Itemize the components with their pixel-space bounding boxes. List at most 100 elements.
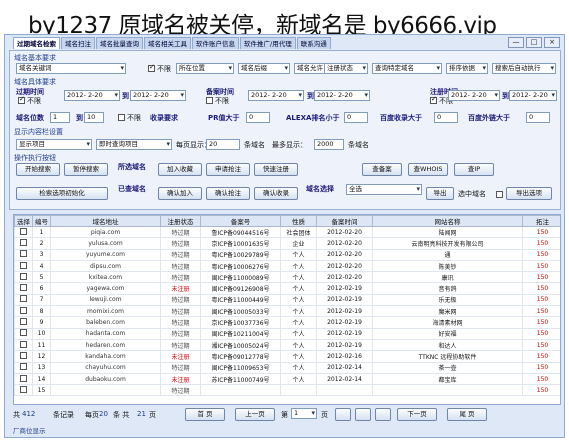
tab-batch-query[interactable]: 域名批量查询 [96, 37, 143, 49]
table-row[interactable]: 10 hadanta.com 特过期 闽ICP备10211004号 个人 2012-02-… [14, 327, 560, 340]
row-checkbox[interactable] [14, 327, 33, 340]
confirm-reg-button[interactable]: 确认抢注 [206, 187, 250, 200]
table-row[interactable]: 2 yulusa.com 特过期 京ICP备10001635号 企业 2012-02-20… [14, 237, 560, 250]
length-unlimited-checkbox[interactable] [118, 114, 125, 121]
start-search-button[interactable]: 开始搜索 [16, 163, 60, 176]
column-header[interactable]: 网站名称 [372, 215, 523, 227]
reg-from-date[interactable]: 2012- 2-20 [448, 90, 500, 101]
table-row[interactable]: 5 kxitea.com 特过期 闽ICP备11000089号 个人 2012-02-20… [14, 271, 560, 284]
row-checkbox[interactable] [14, 271, 33, 284]
row-checkbox[interactable] [14, 259, 33, 273]
refresh-button[interactable] [355, 408, 371, 421]
first-page-button[interactable]: 首 页 [185, 408, 225, 421]
close-button[interactable]: × [544, 37, 560, 48]
row-checkbox[interactable] [14, 384, 33, 397]
domain-select-all[interactable]: 全选 [346, 184, 422, 195]
max-show-input[interactable]: 2000 [314, 139, 344, 150]
column-header[interactable]: 域名地址 [50, 215, 161, 227]
table-row[interactable]: 1 piqia.com 特过期 鲁ICP备09044516号 社会团体 2012-02-2… [14, 225, 560, 239]
tab-expired-search[interactable]: 过期域名检索 [13, 37, 60, 49]
column-header[interactable]: 选择 [14, 215, 33, 227]
record-to-date[interactable]: 2012- 2-20 [314, 90, 370, 101]
prev-page-button[interactable]: 上一页 [235, 408, 275, 421]
table-row[interactable]: 14 dubaoku.com 未注册 苏ICP备11000749号 个人 2012-02-… [14, 372, 560, 386]
row-checkbox[interactable] [14, 350, 33, 363]
column-header[interactable]: 备案号 [200, 215, 281, 227]
table-row[interactable]: 9 baleben.com 特过期 京ICP备10037736号 个人 2012-02-1… [14, 316, 560, 329]
table-row[interactable]: 12 kandaha.com 未注册 粤ICP备09012778号 个人 2012-02-… [14, 350, 560, 363]
table-row[interactable]: 8 momixi.com 特过期 闽ICP备10005033号 个人 2012-02-19… [14, 305, 560, 318]
pause-search-button[interactable]: 暂停搜索 [64, 163, 108, 176]
keyword-unlimited-checkbox[interactable] [148, 63, 155, 72]
table-row[interactable]: 6 yagewa.com 未注册 闽ICP备09126908号 个人 2012-02-19… [14, 282, 560, 295]
row-checkbox[interactable] [14, 237, 33, 250]
column-header[interactable]: 备案时间 [316, 215, 373, 227]
regtime-unlimited-checkbox[interactable] [430, 95, 437, 104]
page-select[interactable]: 1 [291, 408, 317, 419]
confirm-add-button[interactable]: 确认加入 [158, 187, 202, 200]
minimize-button[interactable]: — [508, 37, 524, 48]
check-record-button[interactable]: 查备案 [362, 163, 402, 176]
instant-query-select[interactable]: 即时查询项目 [96, 139, 172, 150]
row-checkbox[interactable] [14, 305, 33, 318]
reg-to-date[interactable]: 2012- 2-20 [509, 90, 557, 101]
query-special-select[interactable]: 查询特定域名 [372, 63, 442, 74]
row-checkbox[interactable] [14, 361, 33, 374]
tab-contact[interactable]: 联系沟通 [296, 37, 331, 49]
sort-select[interactable]: 排序依据 [446, 63, 488, 74]
next-page-button[interactable]: 下一页 [397, 408, 437, 421]
tab-domain-scan[interactable]: 域名扫注 [61, 37, 95, 49]
reg-status-select[interactable]: 注册状态 [324, 63, 368, 74]
column-header[interactable]: 注册状态 [160, 215, 201, 227]
expire-unlimited-checkbox[interactable] [18, 95, 25, 104]
baidu-inc-input[interactable]: 0 [434, 112, 458, 123]
last-page-button[interactable]: 尾 页 [447, 408, 487, 421]
apply-domain-button[interactable]: 申请抢注 [206, 163, 250, 176]
tab-account[interactable]: 软件账户信息 [192, 37, 239, 49]
row-checkbox[interactable] [14, 316, 33, 329]
tab-promo[interactable]: 软件推广/用代理 [240, 37, 296, 49]
maximize-button[interactable]: □ [526, 37, 542, 48]
baidu-out-input[interactable]: 0 [526, 112, 550, 123]
show-items-select[interactable]: 显示项目 [16, 139, 92, 150]
check-ip-button[interactable]: 查IP [454, 163, 494, 176]
go-button[interactable] [335, 408, 351, 421]
length-min-input[interactable]: 1 [50, 112, 70, 123]
per-page-input[interactable]: 20 [206, 139, 240, 150]
quick-reg-button[interactable]: 快速注册 [254, 163, 298, 176]
row-checkbox[interactable] [14, 338, 33, 352]
row-checkbox[interactable] [14, 293, 33, 307]
record-from-date[interactable]: 2012- 2-20 [248, 90, 304, 101]
table-row[interactable]: 4 dipsu.com 特过期 粤ICP备10006276号 个人 2012-02-20 陈… [14, 259, 560, 273]
pr-input[interactable]: 0 [246, 112, 270, 123]
add-fav-button[interactable]: 加入收藏 [158, 163, 202, 176]
row-checkbox[interactable] [14, 282, 33, 295]
export-checkbox[interactable] [496, 191, 503, 198]
column-header[interactable]: 编号 [32, 215, 51, 227]
expire-from-date[interactable]: 2012- 2-20 [64, 90, 120, 101]
tab-tools[interactable]: 域名相关工具 [144, 37, 191, 49]
export-options-button[interactable]: 导出选项 [506, 187, 552, 200]
suffix-select[interactable]: 域名后缀 [238, 63, 290, 74]
init-options-button[interactable]: 检索选项初始化 [16, 187, 108, 200]
table-row[interactable]: 13 chayuhu.com 特过期 闽ICP备11009653号 个人 2012-02-… [14, 361, 560, 374]
column-header[interactable]: 拓注 [522, 215, 560, 227]
alexa-input[interactable]: 0 [344, 112, 368, 123]
search-mode-select[interactable]: 搜索后自动执行 [492, 63, 556, 74]
table-row[interactable]: 11 hedaren.com 特过期 湘ICP备10005024号 个人 2012-02-… [14, 338, 560, 352]
table-row[interactable]: 3 yuyume.com 特过期 粤ICP备10029789号 个人 2012-02-20… [14, 248, 560, 261]
whois-button[interactable]: 查WHOIS [408, 163, 448, 176]
export-button[interactable]: 导出 [426, 187, 454, 200]
row-checkbox[interactable] [14, 225, 33, 239]
length-max-input[interactable]: 10 [84, 112, 104, 123]
stop-button[interactable] [375, 408, 391, 421]
row-checkbox[interactable] [14, 248, 33, 261]
keyword-select[interactable]: 域名关键词 [16, 63, 126, 74]
position-select[interactable]: 所在位置 [176, 63, 234, 74]
confirm-fav-button[interactable]: 确认收录 [254, 187, 298, 200]
record-unlimited-checkbox[interactable] [206, 97, 213, 104]
table-row[interactable]: 15 特过期 150 [14, 384, 560, 397]
table-row[interactable]: 7 lewuji.com 特过期 粤ICP备11000449号 个人 2012-02-19… [14, 293, 560, 307]
expire-to-date[interactable]: 2012- 2-20 [130, 90, 186, 101]
column-header[interactable]: 性质 [280, 215, 317, 227]
